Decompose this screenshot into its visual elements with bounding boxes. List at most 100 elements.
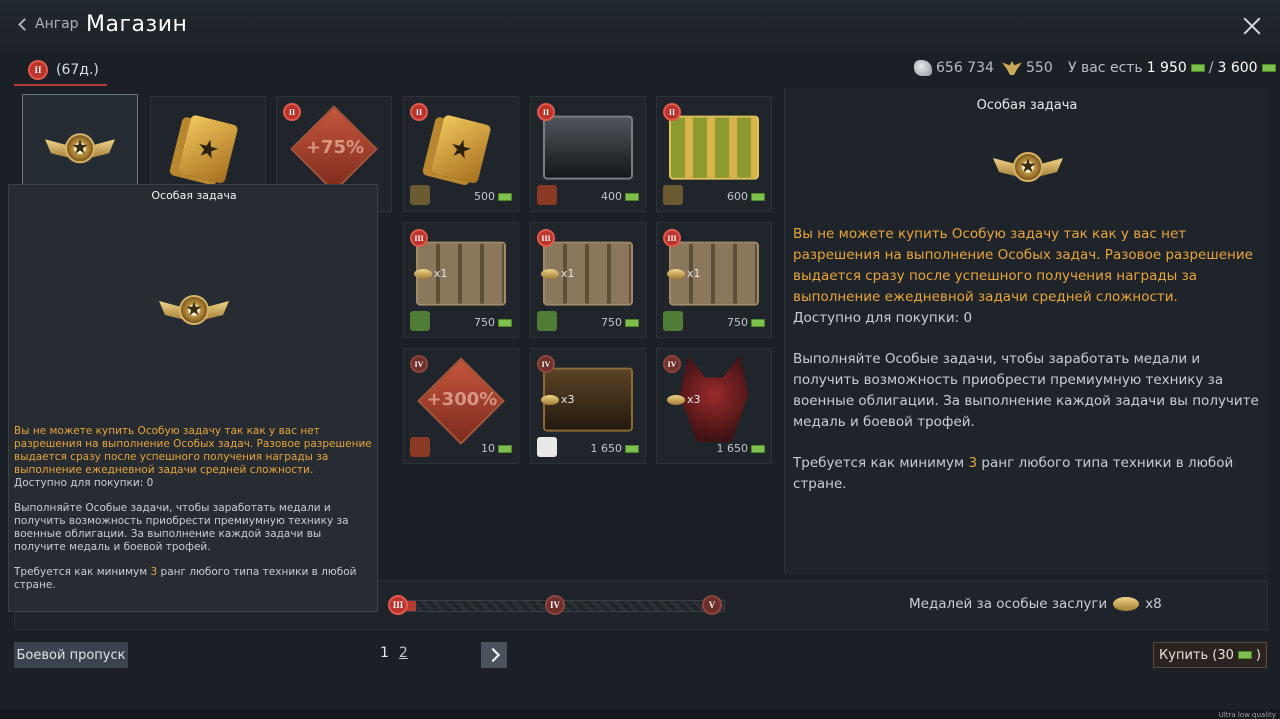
crate-count: x1 xyxy=(541,267,575,280)
item-detail-panel: Особая задача Вы не можете купить Особую… xyxy=(784,88,1268,574)
item-price: 1 650 xyxy=(717,442,765,455)
item-price: 750 xyxy=(474,316,512,329)
rank-badge: III xyxy=(410,229,428,247)
crate-count: x1 xyxy=(414,267,448,280)
chevron-right-icon[interactable] xyxy=(481,642,507,668)
item-dark-chest[interactable]: x3 IV 1 650 xyxy=(530,348,646,464)
warbond-icon xyxy=(1237,651,1252,659)
medals-counter: Медалей за особые заслуги x8 xyxy=(909,596,1162,612)
special-task-emblem-icon xyxy=(159,295,229,329)
star-icon xyxy=(663,185,683,205)
tooltip-description: Вы не можете купить Особую задачу так ка… xyxy=(14,425,372,592)
item-price: 400 xyxy=(601,190,639,203)
buy-label: Купить (30 xyxy=(1159,647,1234,663)
panel-warning: Вы не можете купить Особую задачу так ка… xyxy=(793,226,1253,305)
bottom-bar xyxy=(0,710,1280,719)
black-chest-icon xyxy=(543,115,633,180)
item-price: 600 xyxy=(727,190,765,203)
panel-requirement: Требуется как минимум 3 ранг любого типа… xyxy=(793,455,1234,492)
progress-node-v[interactable]: V xyxy=(702,595,722,615)
silver-lion-icon xyxy=(914,60,932,76)
silver-lions-balance: 656 734 xyxy=(914,60,994,76)
rank-badge: II xyxy=(537,103,555,121)
tooltip-requirement: Требуется как минимум 3 ранг любого типа… xyxy=(14,566,357,591)
buy-button[interactable]: Купить (30 ) xyxy=(1153,642,1267,668)
close-icon[interactable] xyxy=(1240,14,1264,38)
task-type-icon xyxy=(410,185,430,205)
tooltip-available: Доступно для покупки: 0 xyxy=(14,477,154,489)
item-price: 1 650 xyxy=(591,442,639,455)
warbonds-wallet: У вас есть 1 950 / 3 600 xyxy=(1068,60,1276,76)
clock-icon xyxy=(410,311,430,331)
golden-eagle-icon xyxy=(1002,61,1022,75)
tab-label: (67д.) xyxy=(56,62,99,78)
special-task-emblem-icon xyxy=(993,152,1063,186)
wallet-total: 3 600 xyxy=(1217,60,1258,76)
progress-node-iv[interactable]: IV xyxy=(545,595,565,615)
wallet-have: 1 950 xyxy=(1146,60,1187,76)
golden-eagles-balance: 550 xyxy=(1002,60,1053,76)
rank-badge: II xyxy=(283,103,301,121)
warbond-icon xyxy=(498,318,512,327)
rank-badge: II xyxy=(28,60,48,80)
item-crate-1[interactable]: x1 III 750 xyxy=(403,222,519,338)
top-bar: Ангар | Магазин xyxy=(0,0,1280,52)
item-price: 750 xyxy=(601,316,639,329)
warbond-icon xyxy=(625,318,639,327)
battle-pass-button[interactable]: Боевой пропуск xyxy=(14,642,128,668)
chevron-left-icon xyxy=(18,17,31,31)
rank-badge: IV xyxy=(537,355,555,373)
panel-info: Выполняйте Особые задачи, чтобы заработа… xyxy=(793,351,1259,430)
item-price: 750 xyxy=(727,316,765,329)
booster-label: +300% xyxy=(426,389,498,410)
item-black-chest[interactable]: II 400 xyxy=(530,96,646,212)
task-card-icon xyxy=(177,114,239,185)
page-2[interactable]: 2 xyxy=(399,645,408,661)
clock-icon xyxy=(663,311,683,331)
rank-badge: IV xyxy=(663,355,681,373)
warbond-icon xyxy=(498,444,512,453)
wallet-prefix: У вас есть xyxy=(1068,60,1143,76)
item-price: 500 xyxy=(474,190,512,203)
progress-node-iii[interactable]: III xyxy=(388,595,408,615)
warbond-icon xyxy=(625,192,639,201)
warbond-icon xyxy=(751,192,765,201)
item-wolf[interactable]: x3 IV 1 650 xyxy=(656,348,772,464)
warbond-icon xyxy=(751,444,765,453)
medal-icon xyxy=(1113,597,1140,611)
item-crate-3[interactable]: x1 III 750 xyxy=(656,222,772,338)
card-suit-icon xyxy=(537,437,557,457)
rank-badge: II xyxy=(663,103,681,121)
back-label: Ангар xyxy=(35,16,79,32)
warbond-icon xyxy=(625,444,639,453)
item-tooltip: Особая задача Вы не можете купить Особую… xyxy=(8,184,378,612)
item-gold-chest[interactable]: II 600 xyxy=(656,96,772,212)
page-title: Магазин xyxy=(86,12,188,37)
tooltip-warning: Вы не можете купить Особую задачу так ка… xyxy=(14,425,372,476)
pagination: 1 2 xyxy=(380,645,408,661)
back-to-hangar-link[interactable]: Ангар | xyxy=(18,16,91,32)
rank-badge: III xyxy=(663,229,681,247)
tab-battle-pass-season[interactable]: II (67д.) xyxy=(14,56,107,86)
warbond-icon xyxy=(751,318,765,327)
item-crate-2[interactable]: x1 III 750 xyxy=(530,222,646,338)
warbond-icon xyxy=(1261,64,1276,72)
quality-label: Ultra low quality xyxy=(1218,711,1276,719)
item-price: 10 xyxy=(481,442,512,455)
page-1[interactable]: 1 xyxy=(380,645,389,661)
rank-badge: II xyxy=(410,103,428,121)
item-booster-300[interactable]: +300% IV 10 xyxy=(403,348,519,464)
crate-count: x1 xyxy=(667,267,701,280)
wallet-sep: / xyxy=(1208,60,1214,76)
panel-description: Вы не можете купить Особую задачу так ка… xyxy=(793,224,1261,495)
chest-count: x3 xyxy=(541,393,575,406)
booster-label: +75% xyxy=(305,137,365,158)
warbond-icon xyxy=(1190,64,1205,72)
wolf-count: x3 xyxy=(667,393,701,406)
tooltip-title: Особая задача xyxy=(151,189,237,202)
tooltip-info: Выполняйте Особые задачи, чтобы заработа… xyxy=(14,502,349,553)
item-task-card-2[interactable]: II 500 xyxy=(403,96,519,212)
silver-lions-value: 656 734 xyxy=(936,60,994,76)
golden-eagles-value: 550 xyxy=(1026,60,1053,76)
special-task-emblem-icon xyxy=(45,133,115,167)
